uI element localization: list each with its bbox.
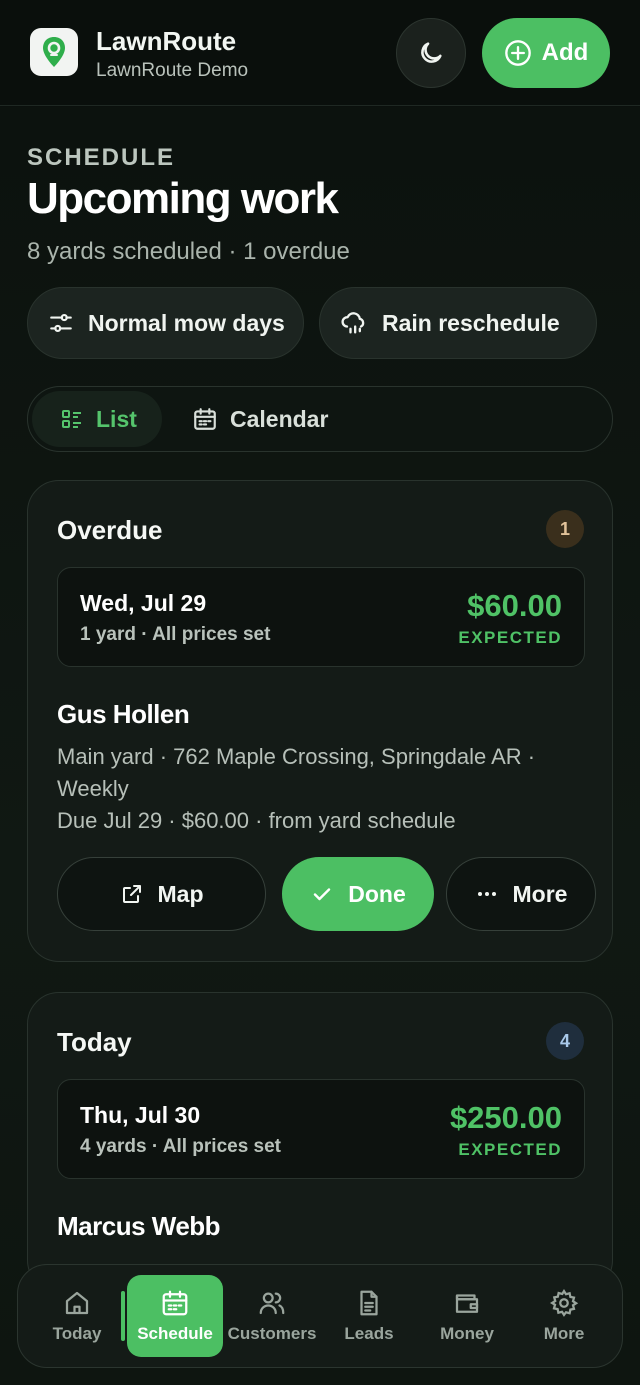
overdue-section: Overdue 1 Wed, Jul 29 1 yard · All price…: [27, 480, 613, 962]
app-logo: [30, 28, 78, 76]
page-subtitle: 8 yards scheduled · 1 overdue: [27, 238, 350, 265]
tab-label: Money: [440, 1324, 494, 1343]
calendar-icon: [162, 1290, 188, 1316]
tab-money[interactable]: Money: [419, 1275, 515, 1357]
today-section: Today 4 Thu, Jul 30 4 yards · All prices…: [27, 992, 613, 1292]
customer-name[interactable]: Gus Hollen: [57, 699, 190, 730]
tab-label: Customers: [227, 1324, 317, 1343]
map-pin-logo-icon: [43, 37, 65, 67]
calendar-view-label: Calendar: [230, 405, 329, 432]
customer-address: Main yard · 762 Maple Crossing, Springda…: [57, 744, 536, 801]
expected-label: EXPECTED: [458, 628, 562, 647]
expected-amount: $60.00: [467, 588, 562, 623]
page-eyebrow: SCHEDULE: [27, 144, 176, 171]
day-meta: 4 yards · All prices set: [80, 1136, 282, 1157]
map-button[interactable]: Map: [57, 857, 266, 931]
bottom-tab-bar: Today Schedule Customers Leads Money Mor…: [17, 1264, 623, 1368]
overdue-count-badge: 1: [546, 510, 584, 548]
list-view-label: List: [96, 405, 137, 432]
app-title: LawnRoute: [96, 26, 237, 56]
more-actions-label: More: [512, 880, 568, 907]
section-title: Overdue: [57, 515, 163, 545]
wallet-icon: [455, 1294, 479, 1313]
calendar-icon: [194, 408, 216, 430]
add-button-label: Add: [541, 39, 589, 66]
tab-label: Schedule: [137, 1324, 213, 1343]
tab-customers[interactable]: Customers: [224, 1275, 320, 1357]
account-name: LawnRoute Demo: [96, 60, 249, 81]
tab-label: More: [543, 1324, 585, 1343]
section-title: Today: [57, 1027, 132, 1057]
tab-today[interactable]: Today: [29, 1275, 125, 1357]
map-button-label: Map: [157, 880, 204, 907]
normal-mow-days-button[interactable]: Normal mow days: [27, 287, 304, 359]
day-summary-card[interactable]: Wed, Jul 29 1 yard · All prices set $60.…: [57, 567, 585, 667]
normal-mow-days-label: Normal mow days: [88, 309, 285, 336]
sliders-icon: [50, 314, 72, 332]
tab-leads[interactable]: Leads: [321, 1275, 417, 1357]
customer-due: Due Jul 29 · $60.00 · from yard schedule: [57, 808, 456, 833]
today-count-badge: 4: [546, 1022, 584, 1060]
done-button-label: Done: [348, 880, 406, 907]
day-date: Wed, Jul 29: [80, 590, 207, 616]
plus-circle-icon: [504, 40, 531, 66]
gear-icon: [550, 1289, 579, 1317]
tab-label: Leads: [344, 1324, 394, 1343]
tab-schedule[interactable]: Schedule: [127, 1275, 223, 1357]
list-view-tab[interactable]: List: [32, 391, 162, 447]
external-link-icon: [122, 885, 141, 903]
app-header: LawnRoute LawnRoute Demo Add: [0, 0, 640, 106]
home-icon: [65, 1291, 89, 1315]
expected-amount: $250.00: [449, 1100, 562, 1135]
day-meta: 1 yard · All prices set: [80, 624, 271, 645]
more-actions-button[interactable]: More: [446, 857, 596, 931]
more-dots-icon: [477, 892, 496, 896]
users-icon: [259, 1292, 285, 1315]
expected-label: EXPECTED: [458, 1140, 562, 1159]
tab-more[interactable]: More: [516, 1275, 612, 1357]
moon-icon: [421, 42, 442, 63]
rain-reschedule-label: Rain reschedule: [382, 309, 560, 336]
check-icon: [314, 888, 331, 901]
rain-cloud-icon: [341, 312, 365, 334]
list-icon: [62, 410, 81, 428]
customer-name[interactable]: Marcus Webb: [57, 1211, 221, 1242]
add-button[interactable]: Add: [482, 18, 610, 88]
day-date: Thu, Jul 30: [80, 1102, 201, 1128]
calendar-view-tab[interactable]: Calendar: [192, 391, 328, 447]
day-summary-card[interactable]: Thu, Jul 30 4 yards · All prices set $25…: [57, 1079, 585, 1179]
done-button[interactable]: Done: [282, 857, 434, 931]
view-toggle: List Calendar: [27, 386, 613, 452]
theme-toggle-button[interactable]: [396, 18, 466, 88]
page-title: Upcoming work: [27, 174, 339, 223]
tab-label: Today: [52, 1324, 102, 1343]
document-icon: [360, 1290, 378, 1316]
rain-reschedule-button[interactable]: Rain reschedule: [319, 287, 597, 359]
